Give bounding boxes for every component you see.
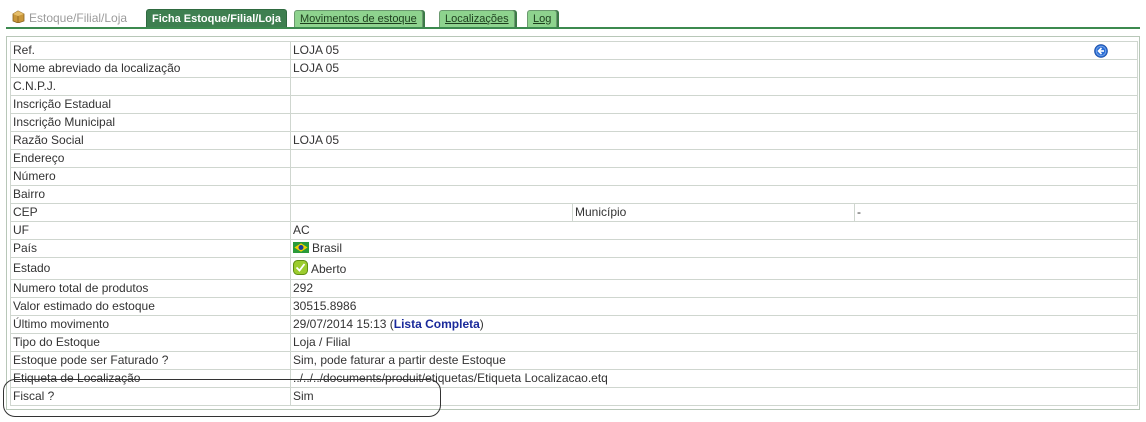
table-row: Valor estimado do estoque 30515.8986 — [10, 297, 1139, 316]
field-label: Etiqueta de Localização — [10, 369, 291, 388]
field-label: Tipo do Estoque — [10, 333, 291, 352]
last-movement-cell: 29/07/2014 15:13 (Lista Completa) — [289, 315, 1139, 334]
field-label: Estoque pode ser Faturado ? — [10, 351, 291, 370]
table-row: Endereço — [10, 149, 1139, 168]
fiscal-value: Sim — [289, 387, 1139, 406]
total-products-value: 292 — [289, 279, 1139, 298]
tab-ficha-label: Ficha Estoque/Filial/Loja — [152, 13, 281, 25]
tab-movimentos[interactable]: Movimentos de estoque — [294, 10, 423, 27]
field-label: Número — [10, 167, 291, 186]
tab-localizacoes-label: Localizações — [445, 13, 509, 25]
field-label: Estado — [10, 257, 291, 280]
cep-value — [290, 203, 573, 222]
state-reg-value — [289, 95, 1139, 114]
tab-ficha[interactable]: Ficha Estoque/Filial/Loja — [146, 9, 287, 28]
field-label: Fiscal ? — [10, 387, 291, 406]
table-row: Inscrição Municipal — [10, 113, 1139, 132]
field-label: CEP — [10, 203, 291, 222]
brazil-flag-icon — [293, 241, 309, 253]
field-label: Bairro — [10, 185, 291, 204]
country-cell: Brasil — [289, 239, 1139, 258]
municipal-reg-value — [289, 113, 1139, 132]
field-label: Endereço — [10, 149, 291, 168]
tab-home-label: Estoque/Filial/Loja — [29, 11, 128, 25]
field-label: Nome abreviado da localização — [10, 59, 291, 78]
table-row: Último movimento 29/07/2014 15:13 (Lista… — [10, 315, 1139, 334]
table-row: Ref. LOJA 05 — [10, 41, 1139, 60]
field-label: Razão Social — [10, 131, 291, 150]
municipio-value: - — [853, 203, 1139, 222]
field-label: C.N.P.J. — [10, 77, 291, 96]
box-icon — [12, 10, 25, 23]
country-value: Brasil — [312, 241, 343, 255]
full-list-link[interactable]: Lista Completa — [394, 317, 480, 331]
tab-localizacoes[interactable]: Localizações — [439, 10, 515, 27]
table-row: Estoque pode ser Faturado ? Sim, pode fa… — [10, 351, 1139, 370]
number-value — [289, 167, 1139, 186]
table-row: Etiqueta de Localização ../../../documen… — [10, 369, 1139, 388]
check-icon — [293, 259, 308, 275]
stock-value-value: 30515.8986 — [289, 297, 1139, 316]
table-row: Numero total de produtos 292 — [10, 279, 1139, 298]
uf-value: AC — [289, 221, 1139, 240]
ref-value: LOJA 05 — [289, 41, 1139, 60]
tab-bar: Estoque/Filial/Loja Ficha Estoque/Filial… — [0, 0, 1146, 30]
state-cell: Aberto — [289, 257, 1139, 280]
cnpj-value — [289, 77, 1139, 96]
stock-type-value: Loja / Filial — [289, 333, 1139, 352]
short-name-value: LOJA 05 — [289, 59, 1139, 78]
field-label: Numero total de produtos — [10, 279, 291, 298]
table-row: Razão Social LOJA 05 — [10, 131, 1139, 150]
municipio-label: Município — [572, 203, 855, 222]
field-label: País — [10, 239, 291, 258]
state-value: Aberto — [311, 261, 347, 276]
table-row: Número — [10, 167, 1139, 186]
table-row: CEP Município - — [10, 203, 1139, 222]
stock-detail-table: Ref. LOJA 05 Nome abreviado da localizaç… — [10, 41, 1139, 406]
field-label: Inscrição Estadual — [10, 95, 291, 114]
tab-movimentos-label: Movimentos de estoque — [300, 13, 417, 25]
company-name-value: LOJA 05 — [289, 131, 1139, 150]
table-row: Fiscal ? Sim — [10, 387, 1139, 406]
table-row: UF AC — [10, 221, 1139, 240]
address-value — [289, 149, 1139, 168]
field-label: UF — [10, 221, 291, 240]
field-label: Valor estimado do estoque — [10, 297, 291, 316]
tab-home[interactable]: Estoque/Filial/Loja — [12, 8, 127, 28]
last-movement-value: 29/07/2014 15:13 — [293, 317, 387, 331]
field-label: Último movimento — [10, 315, 291, 334]
back-arrow-icon[interactable] — [1094, 44, 1108, 58]
field-label: Inscrição Municipal — [10, 113, 291, 132]
label-tag-value: ../../../documents/produit/etiquetas/Eti… — [289, 369, 1139, 388]
district-value — [289, 185, 1139, 204]
paren-close: ) — [479, 317, 484, 331]
field-label: Ref. — [10, 41, 291, 60]
tab-log[interactable]: Log — [527, 10, 558, 27]
table-row: Nome abreviado da localização LOJA 05 — [10, 59, 1139, 78]
billable-value: Sim, pode faturar a partir deste Estoque — [289, 351, 1139, 370]
table-row: Bairro — [10, 185, 1139, 204]
table-row: Estado Aberto — [10, 257, 1139, 280]
tab-divider — [6, 27, 1140, 29]
table-row: Inscrição Estadual — [10, 95, 1139, 114]
tab-log-label: Log — [533, 13, 552, 25]
table-row: C.N.P.J. — [10, 77, 1139, 96]
table-row: País Brasil — [10, 239, 1139, 258]
table-row: Tipo do Estoque Loja / Filial — [10, 333, 1139, 352]
